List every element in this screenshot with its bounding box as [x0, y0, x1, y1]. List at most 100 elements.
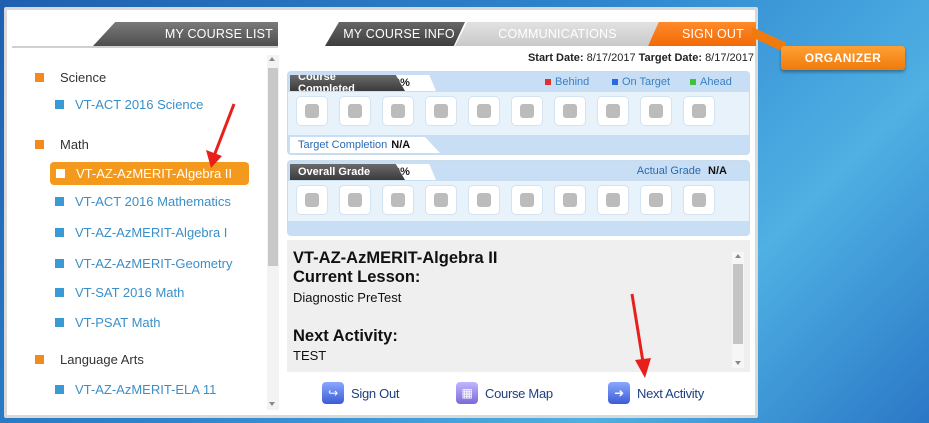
grade-boxes — [296, 185, 715, 215]
sign-out-icon: ↪ — [322, 382, 344, 404]
course-link[interactable]: VT-SAT 2016 Math — [55, 285, 184, 300]
target-date-label: Target Date: — [638, 52, 702, 64]
tab-my-course-info[interactable]: MY COURSE INFO — [325, 22, 465, 46]
course-dates: Start Date: 8/17/2017 Target Date: 8/17/… — [514, 52, 754, 64]
on-target-square-icon — [612, 79, 618, 85]
course-link[interactable]: VT-PSAT Math — [55, 315, 161, 330]
sidebar-scrollbar-thumb[interactable] — [268, 68, 278, 266]
annotation-arrow-next-activity — [630, 293, 651, 378]
progress-box — [339, 96, 371, 126]
course-label: VT-AZ-AzMERIT-Geometry — [75, 256, 233, 271]
next-activity-label: Next Activity — [637, 385, 704, 401]
course-square-icon — [55, 318, 64, 327]
actual-grade-value: N/A — [708, 165, 727, 177]
tab-my-course-list[interactable]: MY COURSE LIST — [93, 22, 278, 46]
course-map-icon: ▦ — [456, 382, 478, 404]
next-activity-button[interactable]: ➜ Next Activity — [608, 380, 704, 406]
legend-behind: Behind — [545, 76, 589, 88]
scroll-down-icon[interactable] — [269, 402, 275, 406]
legend-label: Behind — [555, 76, 590, 88]
category-label: Language Arts — [60, 352, 144, 367]
legend-on-target: On Target — [612, 76, 670, 88]
course-square-icon — [55, 259, 64, 268]
progress-box — [511, 96, 543, 126]
scroll-down-icon[interactable] — [735, 361, 741, 365]
course-label: VT-AZ-AzMERIT-ELA 11 — [75, 382, 217, 397]
target-date-value: 8/17/2017 — [705, 52, 754, 64]
sign-out-tab[interactable]: SIGN OUT — [648, 22, 756, 46]
course-square-icon — [55, 228, 64, 237]
grade-box — [683, 185, 715, 215]
start-date-label: Start Date: — [527, 52, 584, 64]
course-link[interactable]: VT-AZ-AzMERIT-Algebra I — [55, 225, 227, 240]
course-square-icon — [55, 197, 64, 206]
course-title: VT-AZ-AzMERIT-Algebra II — [293, 249, 498, 267]
next-activity-label: Next Activity: — [293, 327, 398, 345]
ahead-square-icon — [690, 79, 696, 85]
grade-box — [339, 185, 371, 215]
category-square-icon — [35, 355, 44, 364]
grade-box — [425, 185, 457, 215]
sign-out-label: Sign Out — [351, 385, 400, 401]
category-square-icon — [35, 73, 44, 82]
progress-box — [597, 96, 629, 126]
annotation-arrow-course — [206, 103, 236, 168]
category-science: Science — [35, 70, 106, 85]
legend-label: On Target — [622, 76, 671, 88]
actual-grade: Actual Grade N/A — [637, 165, 727, 177]
next-activity-icon: ➜ — [608, 382, 630, 404]
course-square-icon — [55, 100, 64, 109]
course-link[interactable]: VT-ACT 2016 Science — [55, 97, 203, 112]
course-link[interactable]: VT-ACT 2016 Mathematics — [55, 194, 231, 209]
organizer-button[interactable]: ORGANIZER — [781, 46, 905, 70]
course-label: VT-ACT 2016 Mathematics — [75, 194, 231, 209]
grade-box — [640, 185, 672, 215]
course-square-icon — [56, 169, 65, 178]
progress-box — [425, 96, 457, 126]
grade-box — [382, 185, 414, 215]
grade-box — [597, 185, 629, 215]
grade-box — [554, 185, 586, 215]
course-link[interactable]: VT-AZ-AzMERIT-ELA 11 — [55, 382, 216, 397]
sign-out-button[interactable]: ↪ Sign Out — [322, 380, 399, 406]
current-lesson-value: Diagnostic PreTest — [293, 290, 402, 305]
tab-communications[interactable]: COMMUNICATIONS — [455, 22, 660, 46]
scroll-up-icon[interactable] — [269, 57, 275, 61]
panel-footer — [288, 221, 749, 235]
current-lesson-label: Current Lesson: — [293, 268, 421, 286]
progress-box — [640, 96, 672, 126]
course-label: VT-SAT 2016 Math — [75, 285, 185, 300]
course-label: VT-PSAT Math — [75, 315, 161, 330]
legend-label: Ahead — [700, 76, 732, 88]
progress-box — [382, 96, 414, 126]
start-date-value: 8/17/2017 — [586, 52, 636, 64]
course-link[interactable]: VT-AZ-AzMERIT-Geometry — [55, 256, 232, 271]
course-map-label: Course Map — [485, 385, 553, 401]
target-completion: Target Completion N/A — [290, 137, 440, 153]
course-square-icon — [55, 288, 64, 297]
scroll-up-icon[interactable] — [735, 254, 741, 258]
target-completion-label: Target Completion — [298, 139, 388, 151]
progress-box — [296, 96, 328, 126]
lesson-scrollbar-thumb[interactable] — [733, 264, 743, 344]
overall-grade-panel: 0% Overall Grade Actual Grade N/A — [287, 160, 750, 236]
completion-boxes — [296, 96, 715, 126]
behind-square-icon — [545, 79, 551, 85]
legend-ahead: Ahead — [690, 76, 732, 88]
course-square-icon — [55, 385, 64, 394]
progress-box — [468, 96, 500, 126]
category-square-icon — [35, 140, 44, 149]
progress-box — [683, 96, 715, 126]
actual-grade-label: Actual Grade — [636, 165, 701, 177]
course-completed-label: Course Completed — [290, 75, 405, 91]
grade-box — [468, 185, 500, 215]
course-map-button[interactable]: ▦ Course Map — [456, 380, 553, 406]
course-label: VT-ACT 2016 Science — [75, 97, 204, 112]
grade-box — [511, 185, 543, 215]
target-completion-value: N/A — [391, 139, 411, 151]
category-math: Math — [35, 137, 89, 152]
course-completed-panel: 0% Course Completed Behind On Target Ahe… — [287, 71, 750, 155]
course-label: VT-AZ-AzMERIT-Algebra I — [75, 225, 228, 240]
category-label: Science — [60, 70, 107, 85]
progress-box — [554, 96, 586, 126]
